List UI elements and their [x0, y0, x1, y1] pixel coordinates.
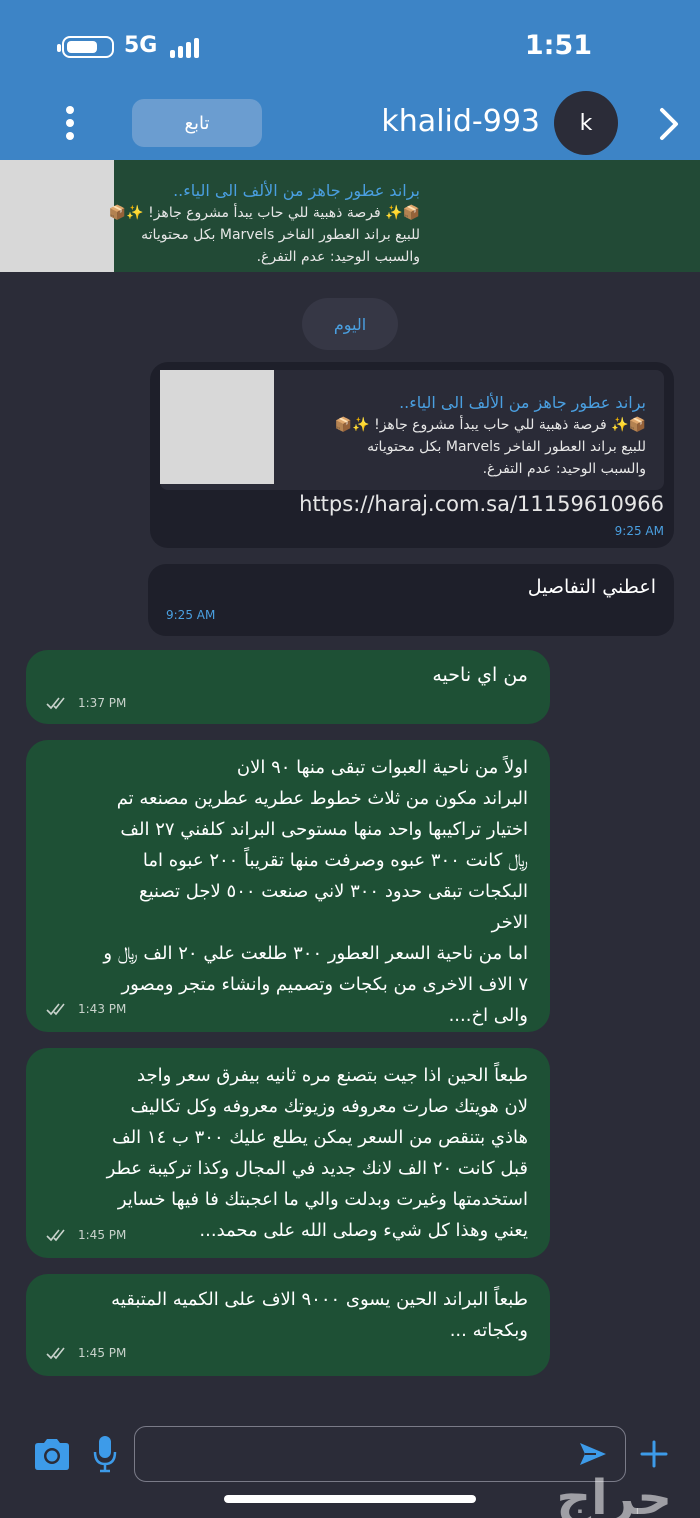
message-text: طبعاً الحين اذا جيت بتصنع مره ثانيه بيفر…	[106, 1065, 528, 1241]
message-time: 1:37 PM	[78, 696, 127, 710]
read-receipt-icon	[46, 1347, 65, 1360]
battery-icon	[57, 36, 114, 58]
home-indicator	[224, 1495, 476, 1503]
link-preview-title: براند عطور جاهز من الألف الى الياء..	[399, 393, 646, 412]
message-text: من اي ناحيه	[432, 664, 528, 686]
link-url[interactable]: https://haraj.com.sa/11159610966	[299, 492, 664, 516]
day-separator: اليوم	[302, 298, 398, 350]
chat-username[interactable]: khalid-993	[381, 104, 540, 139]
add-attachment-icon[interactable]	[640, 1440, 668, 1468]
pinned-ad-line2: للبيع براند العطور الفاخر Marvels بكل مح…	[141, 227, 420, 243]
outgoing-message-bubble[interactable]: من اي ناحيه 1:37 PM	[26, 650, 550, 724]
follow-button[interactable]: تابع	[132, 99, 262, 147]
back-chevron-icon[interactable]	[656, 106, 682, 142]
link-preview-thumbnail	[160, 370, 274, 484]
message-text: اعطني التفاصيل	[527, 576, 656, 598]
message-time: 1:43 PM	[78, 1002, 127, 1016]
pinned-ad-title: براند عطور جاهز من الألف الى الياء..	[173, 181, 420, 200]
signal-icon	[168, 36, 208, 58]
read-receipt-icon	[46, 1003, 65, 1016]
pinned-ad-line1: 📦✨ فرصة ذهبية للي حاب يبدأ مشروع جاهز! ✨…	[108, 205, 420, 221]
more-options-icon[interactable]	[58, 104, 82, 144]
pinned-ad-card[interactable]: براند عطور جاهز من الألف الى الياء.. 📦✨ …	[0, 160, 700, 272]
message-time: 9:25 AM	[614, 524, 664, 538]
status-time: 1:51	[524, 30, 592, 61]
message-time: 1:45 PM	[78, 1346, 127, 1360]
message-text: طبعاً البراند الحين يسوى ٩٠٠٠ الاف على ا…	[111, 1289, 528, 1341]
link-preview-line3: والسبب الوحيد: عدم التفرغ.	[482, 461, 646, 477]
network-label: 5G	[124, 33, 158, 58]
link-message-bubble[interactable]: براند عطور جاهز من الألف الى الياء.. 📦✨ …	[150, 362, 674, 548]
read-receipt-icon	[46, 1229, 65, 1242]
incoming-message-bubble[interactable]: اعطني التفاصيل 9:25 AM	[148, 564, 674, 636]
link-preview-line2: للبيع براند العطور الفاخر Marvels بكل مح…	[367, 439, 646, 455]
send-icon[interactable]	[578, 1440, 608, 1468]
camera-icon[interactable]	[32, 1436, 72, 1472]
outgoing-message-bubble[interactable]: اولاً من ناحية العبوات تبقى منها ٩٠ الان…	[26, 740, 550, 1032]
outgoing-message-bubble[interactable]: طبعاً البراند الحين يسوى ٩٠٠٠ الاف على ا…	[26, 1274, 550, 1376]
message-input[interactable]	[134, 1426, 626, 1482]
message-text: اولاً من ناحية العبوات تبقى منها ٩٠ الان…	[103, 757, 528, 1026]
haraj-logo-watermark: حراج	[556, 1470, 673, 1518]
chat-header: 5G 1:51 تابع khalid-993 k	[0, 0, 700, 160]
ad-thumbnail	[0, 160, 114, 272]
read-receipt-icon	[46, 697, 65, 710]
microphone-icon[interactable]	[92, 1434, 118, 1474]
message-time: 1:45 PM	[78, 1228, 127, 1242]
link-preview-line1: 📦✨ فرصة ذهبية للي حاب يبدأ مشروع جاهز! ✨…	[334, 417, 646, 433]
pinned-ad-line3: والسبب الوحيد: عدم التفرغ.	[256, 249, 420, 265]
avatar[interactable]: k	[554, 91, 618, 155]
link-preview-card[interactable]: براند عطور جاهز من الألف الى الياء.. 📦✨ …	[160, 370, 664, 490]
message-time: 9:25 AM	[166, 608, 216, 622]
outgoing-message-bubble[interactable]: طبعاً الحين اذا جيت بتصنع مره ثانيه بيفر…	[26, 1048, 550, 1258]
